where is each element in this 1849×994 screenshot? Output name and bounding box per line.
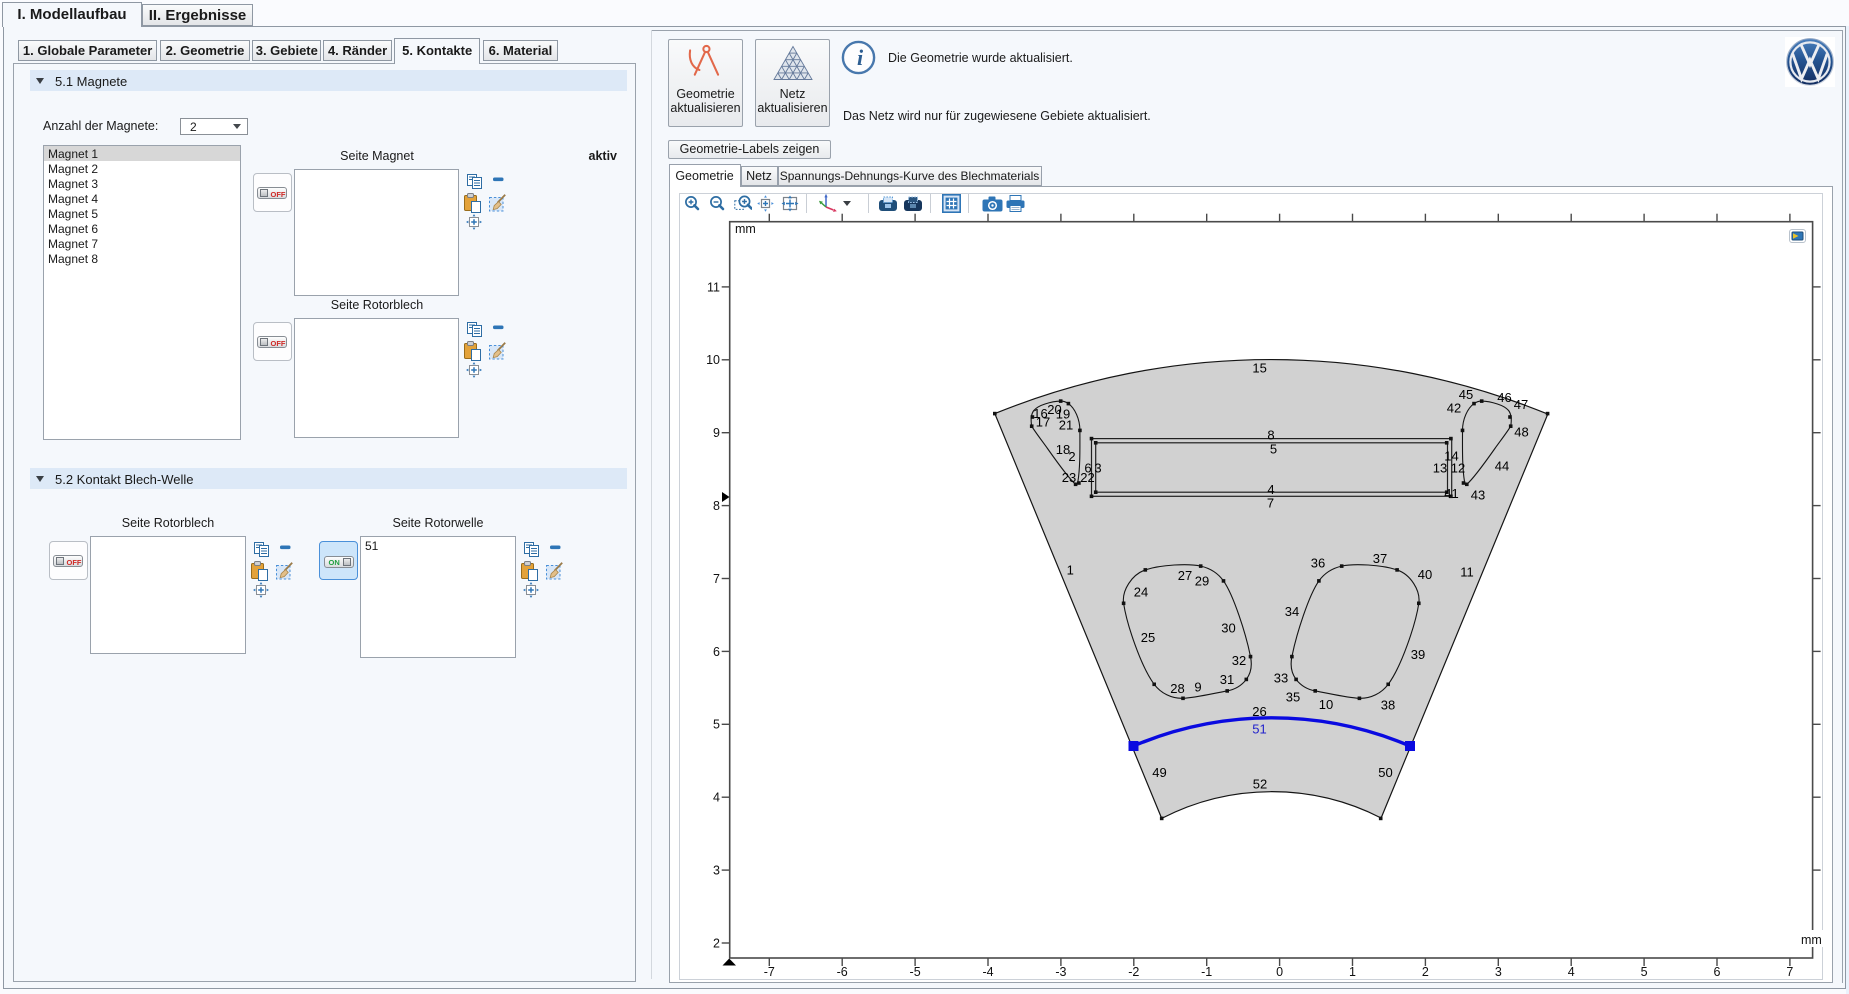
- svg-text:mm: mm: [1801, 933, 1822, 947]
- svg-text:51: 51: [1252, 722, 1266, 737]
- svg-text:-2: -2: [1128, 965, 1139, 979]
- svg-text:5: 5: [1641, 965, 1648, 979]
- svg-text:11: 11: [707, 280, 720, 294]
- svg-text:25: 25: [1141, 630, 1155, 645]
- svg-text:-3: -3: [1055, 965, 1066, 979]
- svg-text:34: 34: [1285, 604, 1299, 619]
- svg-text:48: 48: [1514, 425, 1528, 440]
- svg-text:45: 45: [1459, 387, 1473, 402]
- svg-text:49: 49: [1152, 765, 1166, 780]
- svg-text:22: 22: [1080, 470, 1094, 485]
- svg-text:8: 8: [713, 499, 720, 513]
- svg-text:6: 6: [1714, 965, 1721, 979]
- svg-text:39: 39: [1411, 647, 1425, 662]
- svg-text:-4: -4: [982, 965, 993, 979]
- svg-text:32: 32: [1232, 653, 1246, 668]
- svg-text:28: 28: [1170, 681, 1184, 696]
- svg-text:17: 17: [1036, 415, 1050, 430]
- svg-text:24: 24: [1134, 585, 1148, 600]
- svg-text:2: 2: [1422, 965, 1429, 979]
- svg-text:41: 41: [1444, 486, 1458, 501]
- svg-text:6: 6: [713, 645, 720, 659]
- svg-text:12: 12: [1451, 461, 1465, 476]
- svg-text:-1: -1: [1201, 965, 1212, 979]
- svg-text:43: 43: [1471, 488, 1485, 503]
- svg-text:31: 31: [1220, 672, 1234, 687]
- svg-text:5: 5: [1270, 442, 1277, 457]
- svg-text:3: 3: [713, 864, 720, 878]
- svg-text:15: 15: [1252, 361, 1266, 376]
- svg-text:0: 0: [1276, 965, 1283, 979]
- svg-text:4: 4: [1568, 965, 1575, 979]
- svg-text:26: 26: [1252, 704, 1266, 719]
- svg-text:7: 7: [1786, 965, 1793, 979]
- svg-text:2: 2: [713, 936, 720, 950]
- svg-text:2: 2: [1068, 449, 1075, 464]
- svg-text:30: 30: [1221, 621, 1235, 636]
- svg-text:-6: -6: [837, 965, 848, 979]
- svg-text:1: 1: [1067, 563, 1074, 578]
- svg-text:4: 4: [713, 791, 720, 805]
- svg-text:33: 33: [1274, 671, 1288, 686]
- svg-text:36: 36: [1311, 556, 1325, 571]
- svg-text:21: 21: [1059, 418, 1073, 433]
- svg-text:-5: -5: [910, 965, 921, 979]
- svg-text:mm: mm: [735, 222, 756, 236]
- svg-text:27: 27: [1178, 568, 1192, 583]
- svg-text:52: 52: [1253, 777, 1267, 792]
- svg-text:38: 38: [1381, 698, 1395, 713]
- svg-text:i: i: [857, 45, 864, 70]
- svg-text:9: 9: [1194, 680, 1201, 695]
- svg-text:7: 7: [1267, 496, 1274, 511]
- svg-text:37: 37: [1373, 551, 1387, 566]
- svg-text:29: 29: [1195, 574, 1209, 589]
- svg-text:3: 3: [1094, 461, 1101, 476]
- svg-text:44: 44: [1495, 459, 1509, 474]
- svg-text:35: 35: [1286, 690, 1300, 705]
- svg-text:13: 13: [1433, 461, 1447, 476]
- svg-text:3: 3: [1495, 965, 1502, 979]
- svg-text:40: 40: [1418, 567, 1432, 582]
- svg-text:50: 50: [1378, 765, 1392, 780]
- svg-text:11: 11: [1460, 565, 1474, 580]
- svg-text:5: 5: [713, 718, 720, 732]
- svg-text:10: 10: [1319, 697, 1333, 712]
- svg-text:8: 8: [1267, 428, 1274, 443]
- svg-text:46: 46: [1497, 390, 1511, 405]
- svg-text:42: 42: [1447, 401, 1461, 416]
- svg-text:10: 10: [706, 353, 720, 367]
- svg-text:7: 7: [713, 572, 720, 586]
- svg-text:9: 9: [713, 426, 720, 440]
- svg-text:47: 47: [1514, 397, 1528, 412]
- svg-text:23: 23: [1062, 470, 1076, 485]
- svg-text:1: 1: [1349, 965, 1356, 979]
- svg-text:-7: -7: [764, 965, 775, 979]
